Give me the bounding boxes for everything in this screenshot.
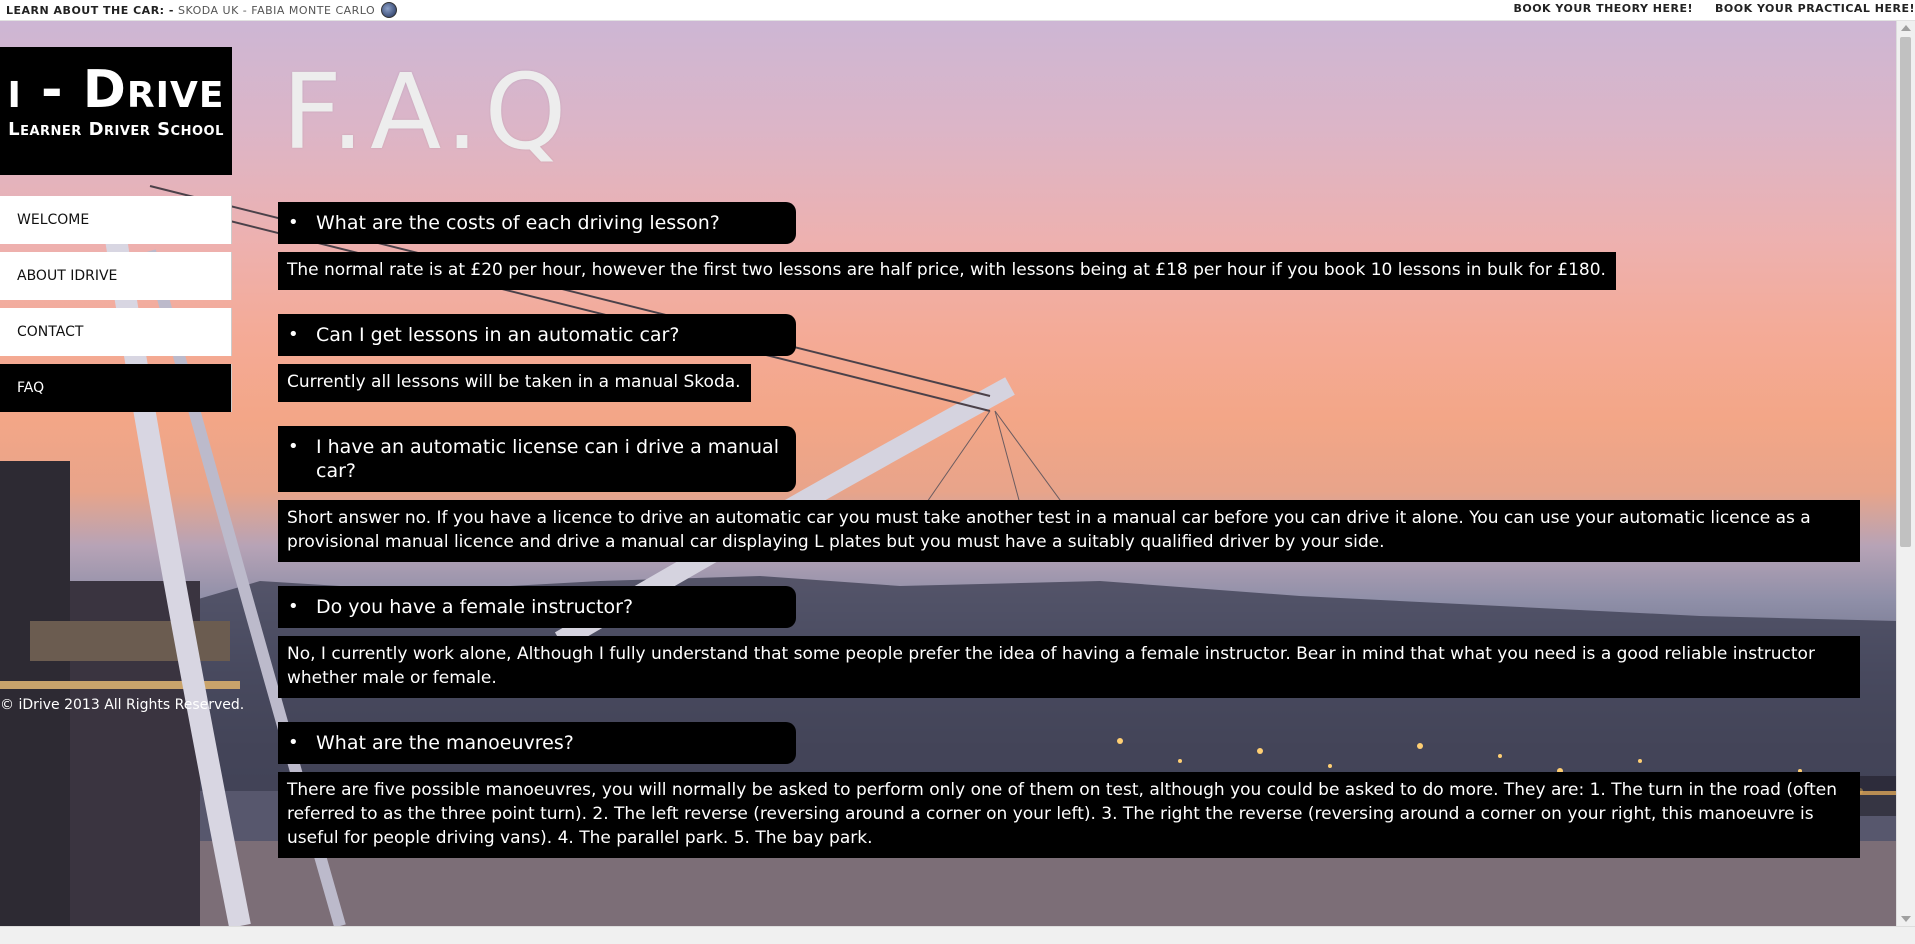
faq-question[interactable]: • What are the costs of each driving less… (278, 202, 796, 244)
faq-question-text: What are the costs of each driving lesso… (316, 212, 720, 234)
nav-item-faq[interactable]: FAQ (0, 364, 232, 412)
scrollbar-thumb[interactable] (1900, 37, 1911, 547)
faq-question-text: Can I get lessons in an automatic car? (316, 324, 680, 346)
bullet-icon: • (288, 212, 299, 233)
bullet-icon: • (288, 596, 299, 617)
top-bar: LEARN ABOUT THE CAR: - SKODA UK - FABIA … (0, 0, 1915, 21)
book-practical-link[interactable]: BOOK YOUR PRACTICAL HERE! (1715, 2, 1915, 15)
faq-answer: Short answer no. If you have a licence t… (278, 500, 1860, 562)
faq-item: • What are the costs of each driving less… (278, 202, 1860, 290)
faq-answer: There are five possible manoeuvres, you … (278, 772, 1860, 858)
faq-question[interactable]: • Can I get lessons in an automatic car? (278, 314, 796, 356)
bullet-icon: • (288, 732, 299, 753)
nav-item-welcome[interactable]: WELCOME (0, 196, 232, 244)
faq-item: • I have an automatic license can i drive… (278, 426, 1860, 562)
faq-question-text: Do you have a female instructor? (316, 596, 634, 618)
car-info: LEARN ABOUT THE CAR: - SKODA UK - FABIA … (6, 2, 398, 18)
bullet-icon: • (288, 436, 299, 457)
faq-question-text: I have an automatic license can i drive … (316, 436, 779, 482)
faq-question[interactable]: • I have an automatic license can i drive… (278, 426, 796, 492)
faq-question[interactable]: • What are the manoeuvres? (278, 722, 796, 764)
bullet-icon: • (288, 324, 299, 345)
site-logo[interactable]: i - Drive Learner Driver School (0, 47, 232, 175)
faq-answer: The normal rate is at £20 per hour, howe… (278, 252, 1616, 290)
book-theory-link[interactable]: BOOK YOUR THEORY HERE! (1513, 2, 1693, 15)
copyright-text: © iDrive 2013 All Rights Reserved. (0, 697, 245, 713)
faq-item: • Do you have a female instructor? No, I … (278, 586, 1860, 698)
vertical-scrollbar[interactable] (1896, 21, 1915, 926)
faq-item: • What are the manoeuvres? There are five… (278, 722, 1860, 858)
window-bottom-edge (0, 926, 1915, 944)
faq-item: • Can I get lessons in an automatic car? … (278, 314, 1860, 402)
logo-title: i - Drive (7, 60, 225, 120)
nav-item-about[interactable]: ABOUT IDRIVE (0, 252, 232, 300)
faq-answer: Currently all lessons will be taken in a… (278, 364, 751, 402)
scroll-up-icon[interactable] (1901, 25, 1911, 31)
logo-subtitle: Learner Driver School (8, 119, 224, 140)
car-model-link[interactable]: SKODA UK - FABIA MONTE CARLO (178, 4, 375, 17)
scroll-down-icon[interactable] (1901, 916, 1911, 922)
car-info-label: LEARN ABOUT THE CAR: - (6, 3, 174, 17)
booking-links: BOOK YOUR THEORY HERE! BOOK YOUR PRACTIC… (1491, 2, 1915, 15)
nav-item-contact[interactable]: CONTACT (0, 308, 232, 356)
faq-answer: No, I currently work alone, Although I f… (278, 636, 1860, 698)
faq-question[interactable]: • Do you have a female instructor? (278, 586, 796, 628)
skoda-logo-icon[interactable] (381, 2, 398, 18)
faq-question-text: What are the manoeuvres? (316, 732, 574, 754)
faq-list: • What are the costs of each driving less… (278, 202, 1860, 882)
side-nav: WELCOME ABOUT IDRIVE CONTACT FAQ (0, 196, 232, 420)
page-title: F.A.Q (282, 51, 573, 173)
